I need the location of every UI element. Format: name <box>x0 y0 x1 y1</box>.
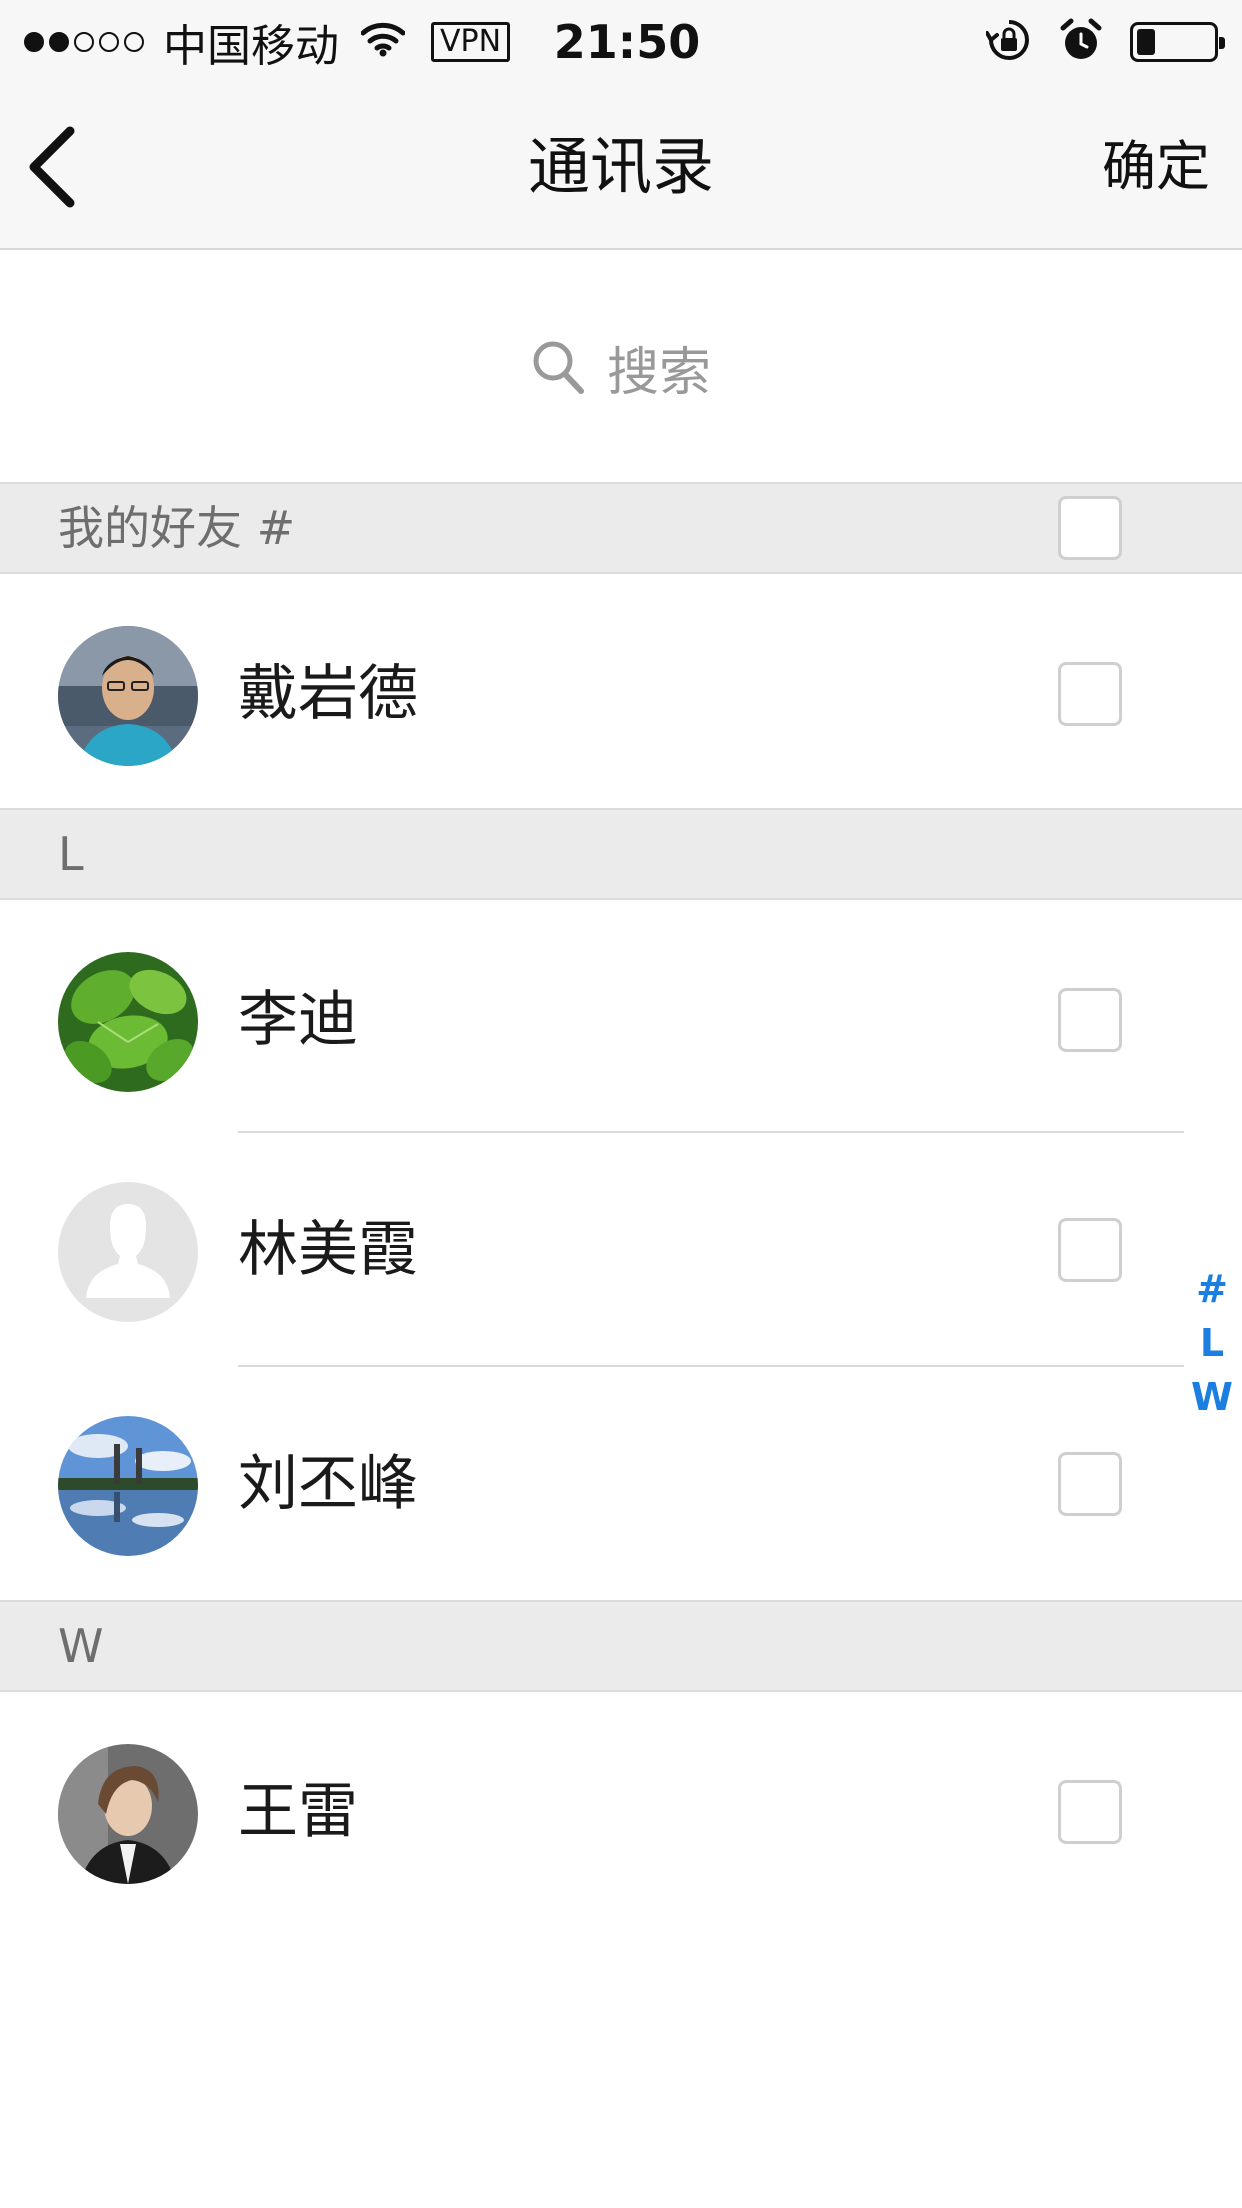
search-placeholder: 搜索 <box>606 342 711 403</box>
contact-name: 戴岩德 <box>238 659 418 729</box>
section-header-friends: 我的好友 # <box>0 482 1242 574</box>
avatar <box>58 626 198 766</box>
avatar <box>58 952 198 1092</box>
contact-checkbox[interactable] <box>1058 988 1122 1052</box>
section-header-l: L <box>0 808 1242 900</box>
index-item[interactable]: # <box>1196 1262 1228 1316</box>
avatar-placeholder <box>58 1182 198 1322</box>
contact-name: 林美霞 <box>238 1215 418 1285</box>
index-item[interactable]: L <box>1200 1316 1224 1370</box>
select-all-checkbox[interactable] <box>1058 496 1122 560</box>
contact-name: 王雷 <box>238 1777 358 1847</box>
status-right <box>958 0 1225 84</box>
avatar <box>58 1416 198 1556</box>
contact-row[interactable]: 李迪 <box>0 904 1242 1137</box>
contact-name: 刘丕峰 <box>238 1449 418 1519</box>
status-bar: 中国移动 VPN 21:50 <box>0 0 1242 84</box>
navigation-bar: 通讯录 确定 <box>0 84 1242 250</box>
search-field[interactable]: 搜索 <box>531 330 711 405</box>
confirm-button[interactable]: 确定 <box>1102 84 1210 250</box>
contact-checkbox[interactable] <box>1058 1218 1122 1282</box>
section-header-w: W <box>0 1600 1242 1692</box>
index-item[interactable]: W <box>1191 1370 1233 1424</box>
contact-checkbox[interactable] <box>1058 1452 1122 1516</box>
search-icon <box>533 341 584 394</box>
row-divider <box>238 1131 1184 1133</box>
contact-row[interactable]: 刘丕峰 <box>0 1368 1242 1601</box>
contact-row[interactable]: 王雷 <box>0 1696 1242 1929</box>
avatar <box>58 1744 198 1884</box>
section-title: W <box>58 1619 104 1673</box>
alarm-icon <box>1060 18 1102 66</box>
contact-checkbox[interactable] <box>1058 1780 1122 1844</box>
section-index-bar[interactable]: # L W <box>1190 1262 1234 1424</box>
rotation-lock-icon <box>985 17 1032 67</box>
page-title: 通讯录 <box>527 130 714 203</box>
contact-name: 李迪 <box>238 985 358 1055</box>
battery-icon <box>1130 22 1225 62</box>
row-divider <box>238 1365 1184 1367</box>
contact-row[interactable]: 戴岩德 <box>0 578 1242 811</box>
search-bar[interactable]: 搜索 <box>0 252 1242 482</box>
contact-row[interactable]: 林美霞 <box>0 1134 1242 1367</box>
contact-checkbox[interactable] <box>1058 662 1122 726</box>
section-title: 我的好友 # <box>58 501 296 555</box>
section-title: L <box>58 827 84 881</box>
